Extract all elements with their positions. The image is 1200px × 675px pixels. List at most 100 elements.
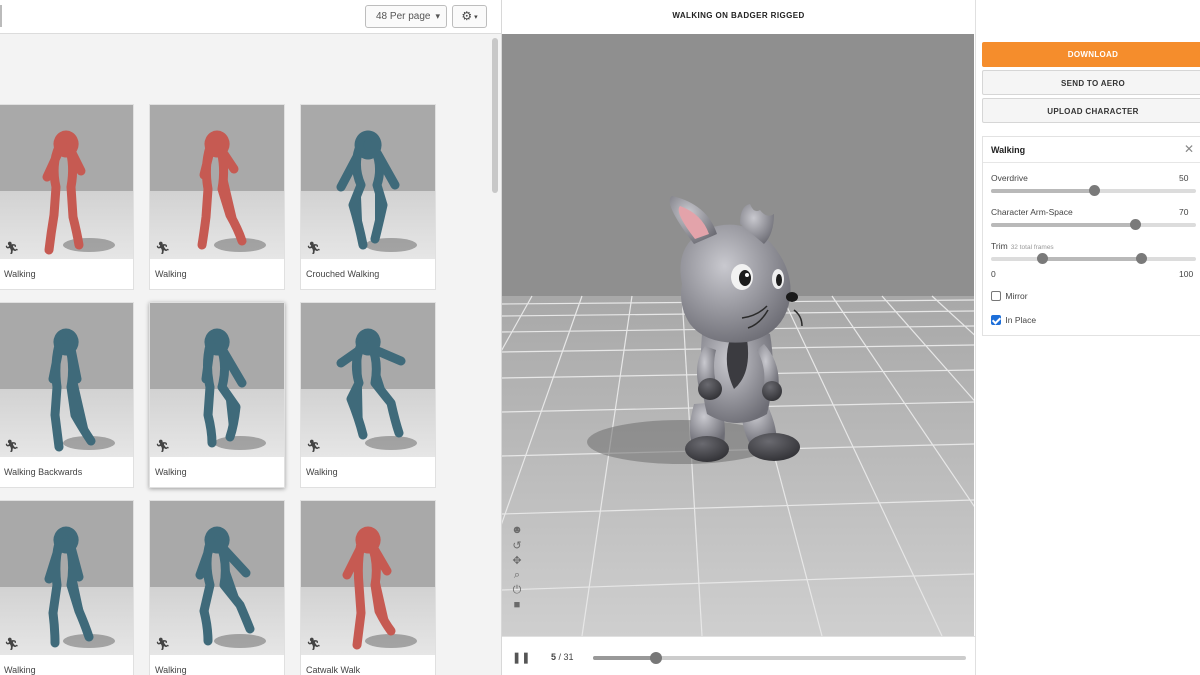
animation-card-label: Walking (155, 467, 187, 477)
in-place-option[interactable]: In Place (991, 315, 1036, 325)
mirror-option[interactable]: Mirror (991, 291, 1028, 301)
figure-shadow (63, 238, 115, 252)
settings-header: Walking ✕ (983, 137, 1200, 163)
animation-card-label: Walking (4, 269, 36, 279)
3d-viewport[interactable]: ☻ ↺ ✥ ⌕ ⏻ ■ (502, 34, 974, 636)
animation-thumbnail: 🏃︎ (301, 501, 435, 655)
viewport-scene (502, 34, 974, 636)
arm-space-fill (991, 223, 1135, 227)
download-button[interactable]: DOWNLOAD (982, 42, 1200, 67)
frame-counter: 5 / 31 (551, 652, 574, 662)
running-person-icon: 🏃︎ (306, 637, 322, 651)
mannequin-body (201, 328, 247, 448)
arm-space-value: 70 (1179, 207, 1189, 217)
animation-thumbnail: 🏃︎ (301, 303, 435, 457)
figure-shadow (365, 634, 417, 648)
upload-character-button[interactable]: UPLOAD CHARACTER (982, 98, 1200, 123)
animation-card[interactable]: 🏃︎ Walking (149, 500, 285, 675)
animation-thumbnail: 🏃︎ (0, 303, 133, 457)
zoom-icon[interactable]: ⌕ (510, 569, 524, 584)
mannequin-figure (44, 526, 115, 648)
gear-icon: ⚙ (461, 9, 473, 23)
animation-thumbnail: 🏃︎ (150, 303, 284, 457)
library-toolbar: 48 Per page ▾ ⚙ ▾ (0, 0, 501, 34)
running-person-icon: 🏃︎ (4, 439, 20, 453)
library-scrollbar[interactable] (492, 38, 498, 193)
in-place-checkbox[interactable] (991, 315, 1001, 325)
animation-card-label: Walking Backwards (4, 467, 83, 477)
pause-icon[interactable]: ❚❚ (512, 651, 530, 664)
rotate-icon[interactable]: ↺ (510, 539, 524, 554)
mannequin-body (342, 526, 396, 650)
animation-card[interactable]: 🏃︎ Walking (149, 302, 285, 488)
trim-slider[interactable] (991, 253, 1196, 264)
mannequin-figure (195, 526, 266, 648)
trim-label: Trim 32 total frames (991, 241, 1054, 251)
send-to-aero-button[interactable]: SEND TO AERO (982, 70, 1200, 95)
overdrive-knob[interactable] (1088, 185, 1100, 196)
camera-icon[interactable]: ■ (510, 599, 524, 614)
animation-card-label: Walking (306, 467, 338, 477)
running-person-icon: 🏃︎ (306, 439, 322, 453)
animation-thumbnail: 🏃︎ (301, 105, 435, 259)
viewport-toolbar: ☻ ↺ ✥ ⌕ ⏻ ■ (510, 524, 524, 614)
animation-library: 48 Per page ▾ ⚙ ▾ 🏃︎ Walking 🏃︎ Walking 🏃︎ Cr… (0, 0, 502, 675)
move-icon[interactable]: ✥ (510, 554, 524, 569)
animation-card-label: Catwalk Walk (306, 665, 361, 675)
animation-thumbnail: 🏃︎ (0, 501, 133, 655)
per-page-select[interactable]: 48 Per page ▾ (365, 5, 447, 28)
trim-title: Trim (991, 241, 1008, 251)
per-page-value: 48 Per page (376, 11, 431, 22)
animation-card[interactable]: 🏃︎ Walking (0, 500, 134, 675)
total-frames: / 31 (558, 652, 574, 662)
animation-card[interactable]: 🏃︎ Walking (0, 104, 134, 290)
mannequin-figure (42, 130, 115, 255)
arm-space-slider[interactable] (991, 219, 1196, 230)
overdrive-value: 50 (1179, 173, 1189, 183)
character-title: WALKING ON BADGER RIGGED (502, 0, 975, 34)
running-person-icon: 🏃︎ (155, 637, 171, 651)
animation-card[interactable]: 🏃︎ Walking Backwards (0, 302, 134, 488)
timeline-slider[interactable] (593, 652, 966, 664)
search-field-edge[interactable] (0, 5, 2, 27)
running-person-icon: 🏃︎ (155, 241, 171, 255)
mannequin-body (195, 526, 255, 646)
overdrive-label: Overdrive (991, 173, 1028, 183)
mannequin-body (197, 130, 247, 250)
skull-icon[interactable]: ☻ (510, 524, 524, 539)
animation-card[interactable]: 🏃︎ Walking (149, 104, 285, 290)
mannequin-figure (197, 130, 266, 252)
playback-bar: ❚❚ 5 / 31 (502, 636, 975, 675)
mirror-checkbox[interactable] (991, 291, 1001, 301)
trim-frames-note: 32 total frames (1010, 244, 1054, 251)
timeline-knob[interactable] (650, 652, 663, 664)
chevron-down-icon: ▾ (472, 14, 478, 21)
settings-title: Walking (991, 145, 1026, 155)
trim-end-knob[interactable] (1135, 253, 1147, 264)
animation-card[interactable]: 🏃︎ Crouched Walking (300, 104, 436, 290)
animation-card[interactable]: 🏃︎ Catwalk Walk (300, 500, 436, 675)
animation-card-label: Walking (4, 665, 36, 675)
mannequin-figure (336, 130, 417, 252)
arm-space-knob[interactable] (1129, 219, 1141, 230)
figure-shadow (214, 436, 266, 450)
overdrive-slider[interactable] (991, 185, 1196, 196)
animation-card[interactable]: 🏃︎ Walking (300, 302, 436, 488)
mannequin-figure (201, 328, 266, 450)
mannequin-figure (48, 328, 115, 452)
overdrive-fill (991, 189, 1094, 193)
current-frame: 5 (551, 652, 557, 662)
power-icon[interactable]: ⏻ (510, 584, 524, 599)
mannequin-body (336, 328, 406, 440)
trim-max: 100 (1179, 269, 1194, 279)
animation-card-label: Crouched Walking (306, 269, 380, 279)
settings-dropdown-button[interactable]: ⚙ ▾ (452, 5, 487, 28)
animation-thumbnail: 🏃︎ (150, 105, 284, 259)
timeline-progress (593, 656, 657, 660)
close-icon[interactable]: ✕ (1184, 142, 1194, 156)
figure-shadow (214, 634, 266, 648)
trim-start-knob[interactable] (1037, 253, 1049, 264)
running-person-icon: 🏃︎ (4, 241, 20, 255)
running-person-icon: 🏃︎ (4, 637, 20, 651)
trim-min: 0 (991, 269, 996, 279)
